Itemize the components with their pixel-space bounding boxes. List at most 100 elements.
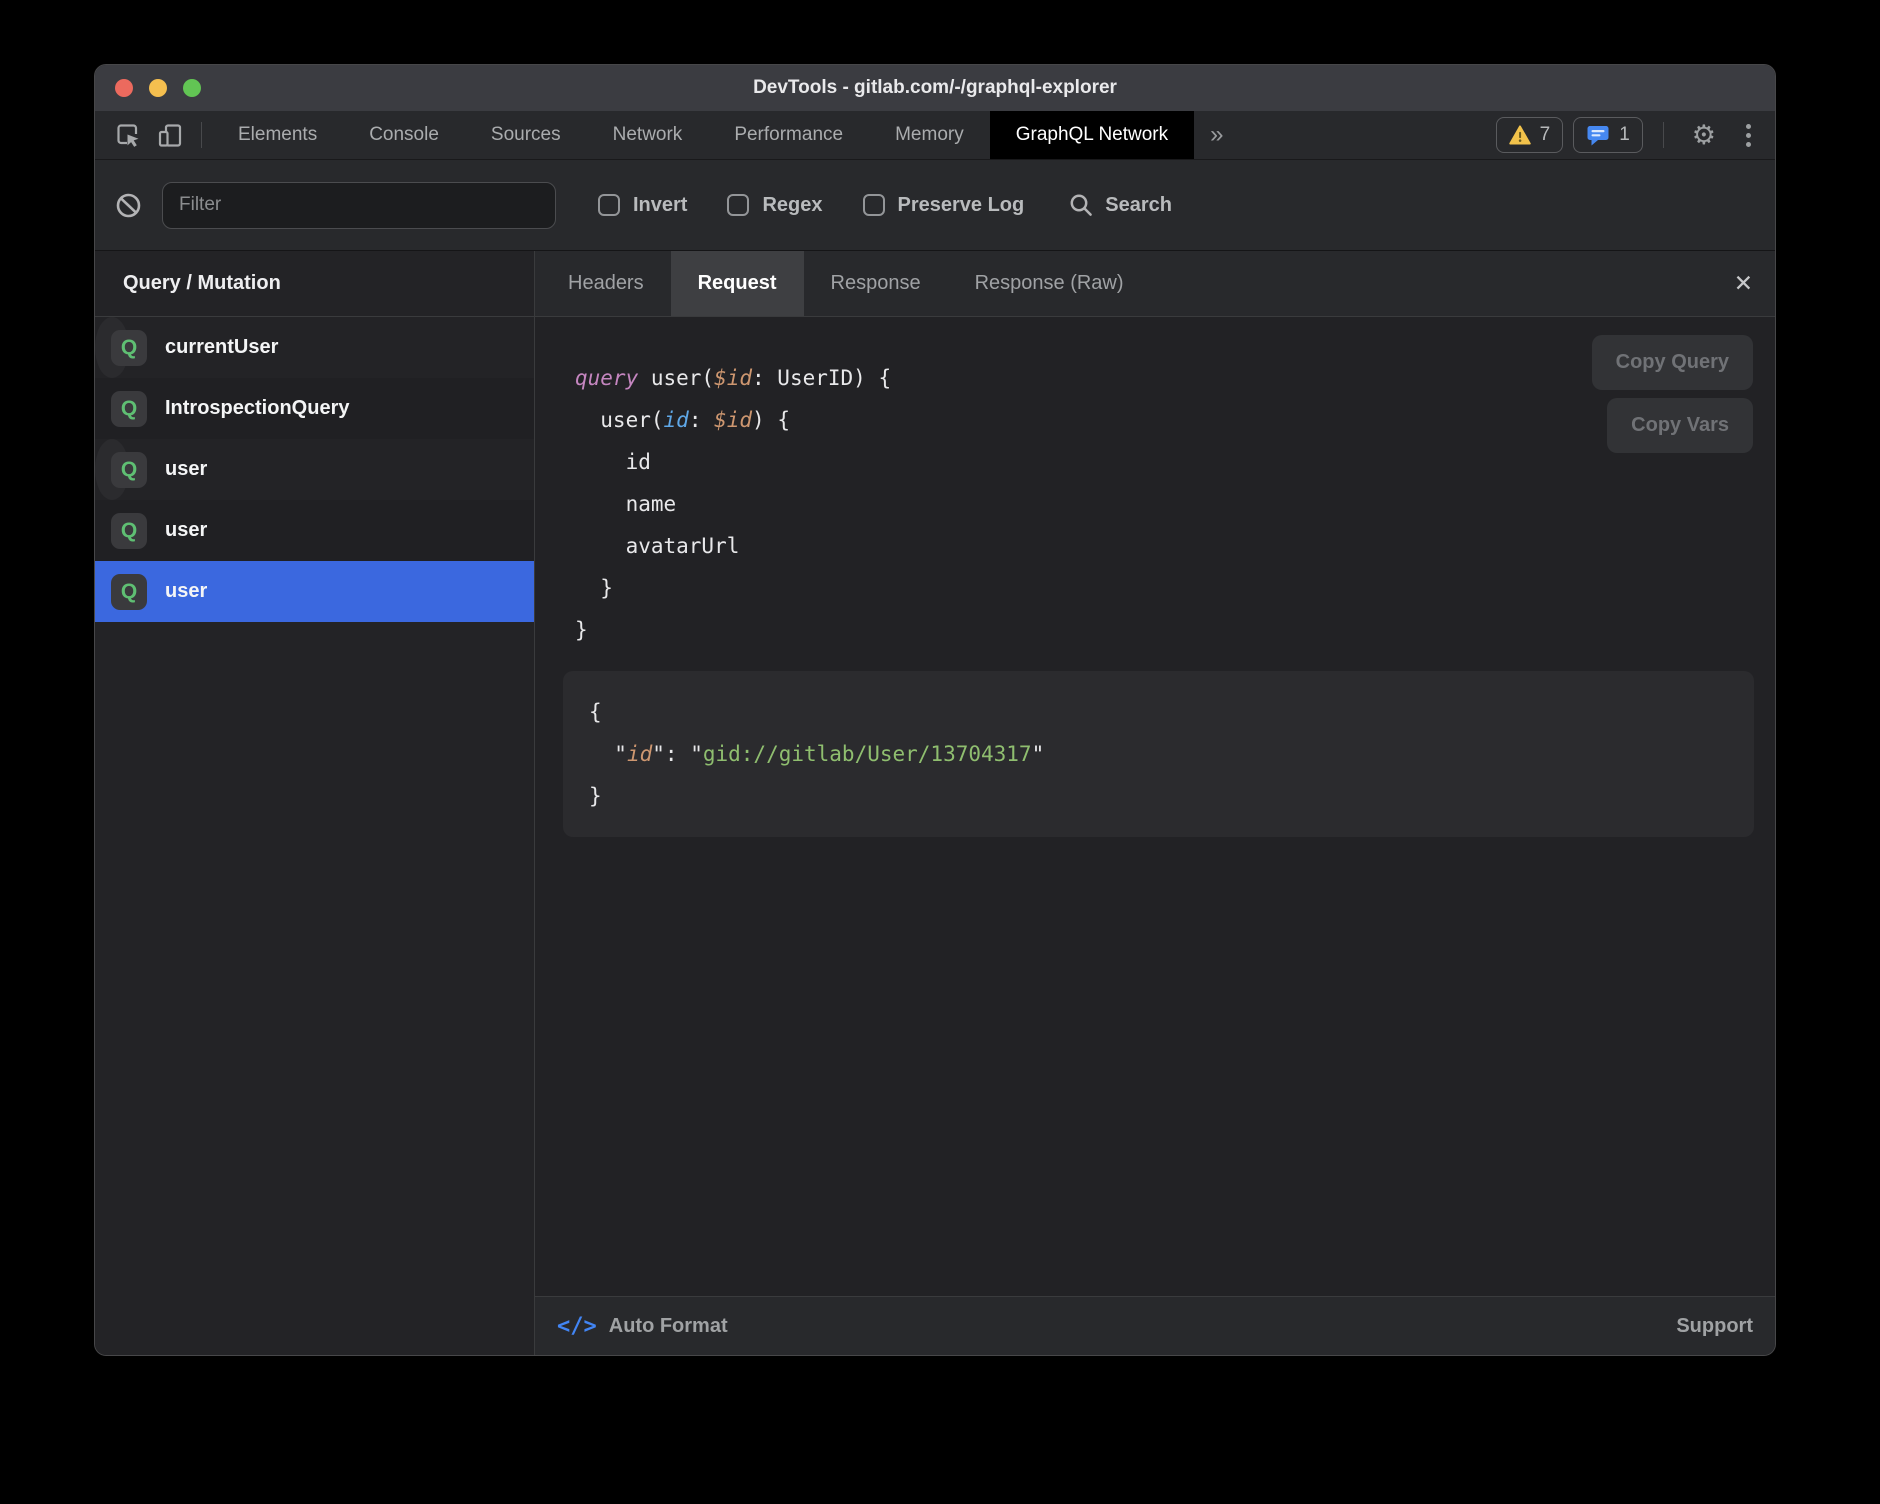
support-link[interactable]: Support: [1676, 1315, 1753, 1338]
code-token: ": [1032, 742, 1045, 766]
toolbar-divider: [1663, 122, 1664, 148]
tab-network[interactable]: Network: [587, 111, 709, 159]
main-split: Query / Mutation QcurrentUserQIntrospect…: [95, 251, 1775, 1355]
tab-performance[interactable]: Performance: [708, 111, 869, 159]
code-token: ) {: [752, 408, 790, 432]
more-tabs-chevron[interactable]: »: [1194, 111, 1239, 159]
code-line: name: [575, 483, 1775, 525]
query-list: QcurrentUserQIntrospectionQueryQuserQuse…: [95, 317, 534, 622]
code-line: }: [575, 609, 1775, 651]
copy-query-button[interactable]: Copy Query: [1592, 335, 1753, 390]
code-token: query: [575, 366, 638, 390]
code-line: }: [575, 567, 1775, 609]
query-list-panel: Query / Mutation QcurrentUserQIntrospect…: [95, 251, 535, 1355]
detail-tab-response-raw[interactable]: Response (Raw): [948, 251, 1151, 316]
code-line: {: [589, 691, 1728, 733]
filter-checkboxes: Invert Regex Preserve Log: [598, 194, 1064, 217]
code-token: {: [589, 700, 602, 724]
zoom-window-button[interactable]: [183, 79, 201, 97]
tab-elements[interactable]: Elements: [212, 111, 343, 159]
code-token: id: [627, 742, 652, 766]
query-type-badge: Q: [111, 452, 147, 488]
search-icon: [1068, 192, 1094, 218]
close-icon[interactable]: ✕: [1734, 272, 1753, 295]
query-item-label: IntrospectionQuery: [165, 397, 349, 420]
checkbox-regex[interactable]: Regex: [727, 194, 822, 217]
issues-badge[interactable]: 1: [1573, 117, 1643, 153]
query-list-item-user-4[interactable]: Quser: [95, 561, 534, 622]
code-line: avatarUrl: [575, 525, 1775, 567]
tab-graphql-network[interactable]: GraphQL Network: [990, 111, 1194, 159]
code-token: gid://gitlab/User/13704317: [703, 742, 1032, 766]
inspect-element-icon[interactable]: [107, 111, 149, 159]
detail-panel: HeadersRequestResponseResponse (Raw) ✕ C…: [535, 251, 1775, 1355]
code-token: [589, 742, 614, 766]
bottom-bar: </> Auto Format Support: [535, 1296, 1775, 1355]
devtools-window: DevTools - gitlab.com/-/graphql-explorer…: [94, 64, 1776, 1356]
checkbox-label-invert: Invert: [633, 194, 687, 217]
checkbox-invert[interactable]: Invert: [598, 194, 687, 217]
code-token: }: [575, 618, 588, 642]
query-list-item-introspectionquery-1[interactable]: Q IntrospectionQuery: [95, 378, 534, 439]
code-token: :: [689, 408, 714, 432]
query-item-label: user: [165, 519, 207, 542]
query-list-item-currentuser-0[interactable]: QcurrentUser: [95, 317, 129, 378]
code-token: }: [575, 576, 613, 600]
code-token: user(: [575, 408, 664, 432]
devtools-tab-bar: ElementsConsoleSourcesNetworkPerformance…: [95, 111, 1775, 160]
query-list-item-user-3[interactable]: Quser: [95, 500, 534, 561]
code-token: id: [575, 450, 651, 474]
code-token: name: [575, 492, 676, 516]
detail-tab-response[interactable]: Response: [804, 251, 948, 316]
copy-vars-button[interactable]: Copy Vars: [1607, 398, 1753, 453]
close-window-button[interactable]: [115, 79, 133, 97]
search-toggle[interactable]: Search: [1068, 192, 1172, 218]
code-token: :: [665, 742, 690, 766]
query-type-badge: Q: [111, 391, 147, 427]
code-line: }: [589, 775, 1728, 817]
toolbar-right-cluster: 7 1 ⚙: [1496, 111, 1775, 159]
checkbox-label-regex: Regex: [762, 194, 822, 217]
checkbox-box-preserve-log[interactable]: [863, 194, 885, 216]
chat-bubble-icon: [1586, 124, 1610, 147]
query-item-label: currentUser: [165, 336, 278, 359]
checkbox-label-preserve-log: Preserve Log: [898, 194, 1025, 217]
code-token: ": [652, 742, 665, 766]
query-list-item-user-2[interactable]: Quser: [95, 439, 129, 500]
warning-count: 7: [1540, 124, 1551, 146]
code-token: user(: [638, 366, 714, 390]
detail-tab-headers[interactable]: Headers: [541, 251, 671, 316]
device-toolbar-icon[interactable]: [149, 111, 191, 159]
code-line: "id": "gid://gitlab/User/13704317": [589, 733, 1728, 775]
code-token: : UserID) {: [752, 366, 891, 390]
clear-block-icon[interactable]: [115, 192, 142, 219]
detail-tab-bar: HeadersRequestResponseResponse (Raw) ✕: [535, 251, 1775, 317]
settings-gear-icon[interactable]: ⚙: [1684, 122, 1724, 149]
query-type-badge: Q: [111, 513, 147, 549]
toolbar-divider: [201, 122, 202, 148]
traffic-lights: [115, 65, 201, 111]
tab-sources[interactable]: Sources: [465, 111, 587, 159]
code-token: ": [614, 742, 627, 766]
tab-console[interactable]: Console: [343, 111, 465, 159]
filter-bar: Invert Regex Preserve Log Search: [95, 160, 1775, 251]
search-label: Search: [1105, 194, 1172, 217]
code-token: $id: [714, 366, 752, 390]
query-type-badge: Q: [111, 330, 147, 366]
code-token: }: [589, 784, 602, 808]
more-options-kebab-icon[interactable]: [1734, 124, 1763, 147]
minimize-window-button[interactable]: [149, 79, 167, 97]
warnings-badge[interactable]: 7: [1496, 117, 1564, 153]
checkbox-preserve-log[interactable]: Preserve Log: [863, 194, 1025, 217]
checkbox-box-regex[interactable]: [727, 194, 749, 216]
detail-tab-request[interactable]: Request: [671, 251, 804, 316]
auto-format-toggle[interactable]: Auto Format: [609, 1315, 728, 1338]
issues-count: 1: [1619, 124, 1630, 146]
code-brackets-icon: </>: [557, 1314, 597, 1339]
code-token: id: [664, 408, 689, 432]
detail-tab-strip: HeadersRequestResponseResponse (Raw): [541, 251, 1151, 316]
tab-memory[interactable]: Memory: [869, 111, 990, 159]
filter-input[interactable]: [162, 182, 556, 229]
query-type-badge: Q: [111, 574, 147, 610]
checkbox-box-invert[interactable]: [598, 194, 620, 216]
